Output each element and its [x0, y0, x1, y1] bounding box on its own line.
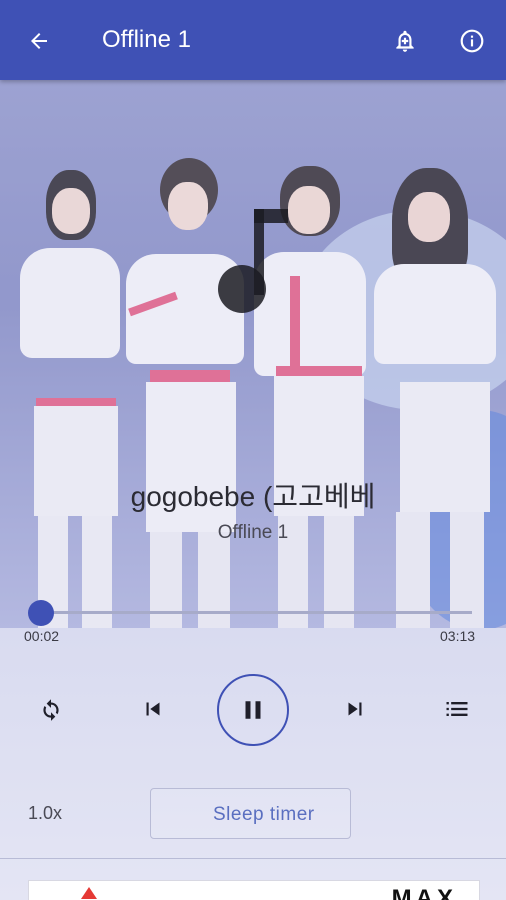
album-artwork — [0, 80, 506, 628]
arrow-back-icon — [31, 33, 47, 49]
artwork-overlay — [0, 80, 506, 628]
moon-icon — [179, 804, 189, 824]
info-icon — [460, 29, 484, 53]
previous-button[interactable] — [136, 692, 170, 726]
queue-list-icon — [446, 702, 468, 716]
back-button[interactable] — [22, 24, 56, 58]
top-app-bar: Offline 1 — [0, 0, 506, 80]
pause-icon — [245, 701, 261, 719]
play-pause-button[interactable] — [217, 674, 289, 746]
skip-previous-icon — [146, 702, 160, 716]
notification-bell-icon — [396, 30, 414, 52]
next-button[interactable] — [338, 692, 372, 726]
page-title: Offline 1 — [102, 26, 191, 53]
playback-speed[interactable]: 1.0x — [28, 803, 62, 824]
info-button[interactable] — [455, 24, 489, 58]
ad-banner[interactable]: MAX — [28, 880, 480, 900]
sleep-timer-button[interactable]: Sleep timer — [150, 788, 351, 839]
notification-button[interactable] — [388, 24, 422, 58]
repeat-icon — [43, 699, 59, 721]
song-title: gogobebe (고고베베 — [130, 481, 376, 512]
seek-bar-thumb[interactable] — [28, 600, 54, 626]
queue-button[interactable] — [440, 692, 474, 726]
elapsed-time: 00:02 — [24, 628, 60, 644]
divider — [0, 858, 506, 859]
ad-logo-icon — [81, 887, 97, 899]
seek-bar-track[interactable] — [40, 611, 472, 614]
skip-next-icon — [348, 702, 362, 716]
sleep-timer-label: Sleep timer — [213, 804, 315, 825]
repeat-button[interactable] — [34, 692, 68, 726]
music-note-icon — [218, 209, 288, 313]
total-duration: 03:13 — [440, 628, 476, 644]
ad-text: MAX — [391, 885, 457, 900]
song-playlist-name: Offline 1 — [217, 522, 289, 543]
